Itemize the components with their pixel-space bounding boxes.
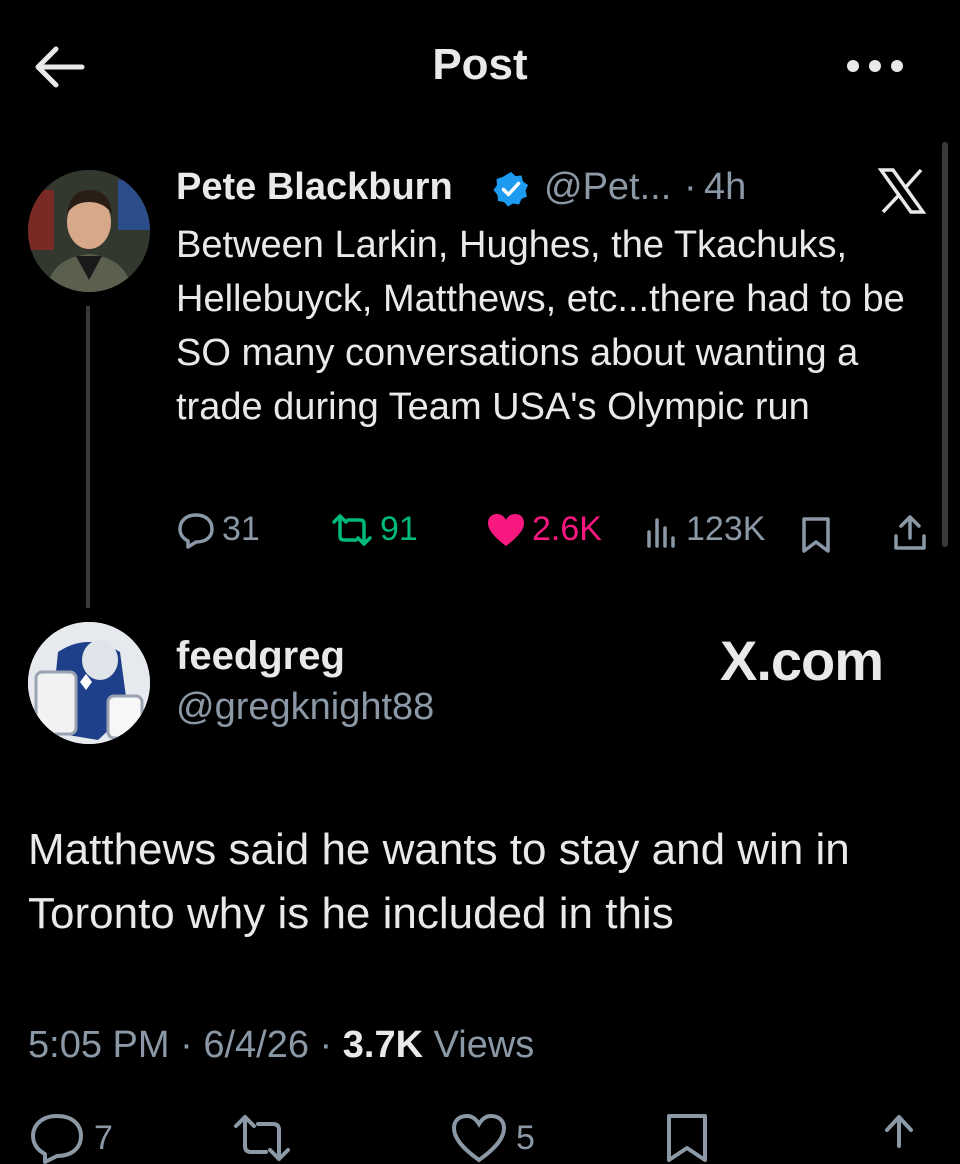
page-title: Post (432, 40, 528, 89)
repost-button[interactable]: 91 (330, 510, 418, 549)
post-text: Between Larkin, Hughes, the Tkachuks, He… (176, 224, 905, 428)
author-name[interactable]: Pete Blackburn (176, 166, 453, 209)
reply-button[interactable]: 7 (28, 1112, 113, 1164)
views-label: Views (433, 1024, 535, 1066)
like-count: 5 (516, 1118, 535, 1157)
verified-badge-icon (493, 172, 528, 207)
separator-dot: · (180, 1024, 193, 1066)
bookmark-icon (802, 517, 830, 553)
heart-filled-icon (488, 513, 524, 546)
like-count: 2.6K (532, 510, 602, 548)
avatar-photo (28, 622, 150, 744)
reply-count: 7 (94, 1118, 113, 1157)
more-button[interactable] (842, 52, 908, 80)
reply-icon (178, 512, 214, 549)
separator-dot: · (319, 1024, 333, 1066)
reply-icon (31, 1114, 83, 1164)
like-button[interactable]: 5 (450, 1112, 535, 1164)
views-button[interactable]: 123K (644, 510, 765, 549)
avatar[interactable] (28, 170, 150, 292)
reply-count: 31 (222, 510, 260, 548)
author-name[interactable]: feedgreg (176, 634, 345, 679)
share-button[interactable] (892, 514, 928, 557)
author-handle[interactable]: @gregknight88 (176, 686, 434, 729)
author-handle[interactable]: @Pet... (544, 166, 671, 209)
avatar[interactable] (28, 622, 150, 744)
avatar-photo (28, 170, 150, 292)
repost-button[interactable] (232, 1112, 292, 1164)
scrollbar[interactable] (942, 142, 948, 547)
reply-button[interactable]: 31 (176, 510, 260, 549)
share-icon (885, 1115, 913, 1148)
post-time[interactable]: 5:05 PM (28, 1024, 170, 1066)
xcom-watermark: X.com (720, 629, 884, 692)
share-icon (894, 515, 926, 550)
post-date[interactable]: 6/4/26 (203, 1024, 309, 1066)
repost-count: 91 (380, 510, 418, 548)
bookmark-button[interactable] (800, 516, 832, 559)
x-logo-icon (878, 168, 926, 214)
post-text: Matthews said he wants to stay and win i… (28, 825, 850, 938)
repost-icon (332, 513, 372, 546)
thread-line (86, 306, 90, 608)
more-dots-icon (847, 60, 903, 72)
post-meta: 5:05 PM · 6/4/26 · 3.7K Views (28, 1024, 534, 1067)
post-time[interactable]: 4h (704, 166, 746, 209)
bookmark-button[interactable] (664, 1112, 710, 1164)
like-button[interactable]: 2.6K (486, 510, 602, 549)
views-chart-icon (647, 517, 675, 548)
heart-icon (451, 1113, 507, 1163)
views-count: 3.7K (342, 1024, 424, 1066)
separator-dot: · (684, 166, 697, 208)
views-count: 123K (686, 510, 766, 548)
bookmark-icon (667, 1114, 707, 1162)
share-button[interactable] (876, 1112, 922, 1164)
repost-icon (234, 1115, 290, 1161)
